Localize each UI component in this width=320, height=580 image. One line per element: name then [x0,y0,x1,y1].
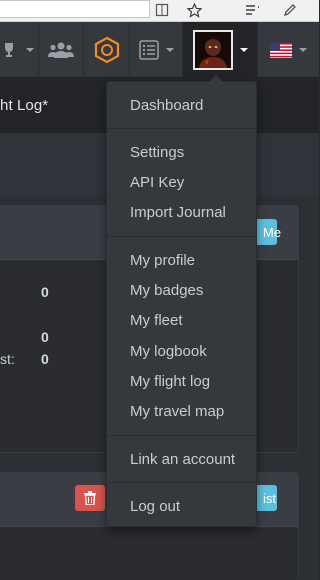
stat-value: 0 [41,351,49,367]
stat-value: 0 [41,329,49,345]
reader-view-icon[interactable] [150,0,174,20]
hexagon-icon [94,36,119,64]
users-icon [48,42,74,58]
language-menu[interactable] [258,22,319,78]
menu-item-settings[interactable]: Settings [107,138,256,166]
menu-item-my-travel-map[interactable]: My travel map [107,397,256,425]
panel-action-button-2[interactable]: ist [257,485,277,511]
user-dropdown-menu: Dashboard Settings API Key Import Journa… [106,75,257,527]
avatar [192,30,233,70]
stat-value: 0 [41,284,49,300]
list-icon [138,40,159,60]
address-bar[interactable] [0,0,150,18]
menu-item-link-account[interactable]: Link an account [107,445,256,473]
trophy-icon [4,43,13,57]
browser-toolbar [0,0,319,22]
menu-item-api-key[interactable]: API Key [107,168,256,196]
menu-divider [107,236,256,237]
top-navbar [0,22,319,78]
community-link[interactable] [39,22,84,78]
hexagon-link[interactable] [84,22,130,78]
favorites-list-icon[interactable] [241,0,265,20]
menu-item-my-badges[interactable]: My badges [107,276,256,304]
menu-item-dashboard[interactable]: Dashboard [107,91,256,119]
pen-icon[interactable] [278,0,302,20]
menu-item-my-fleet[interactable]: My fleet [107,306,256,334]
star-icon[interactable] [182,0,206,20]
delete-button[interactable] [75,485,105,511]
menu-item-my-flight-log[interactable]: My flight log [107,367,256,395]
achievements-menu[interactable] [0,22,39,78]
page-title: ht Log* [0,97,49,114]
stat-label: st: [0,351,15,367]
panel-action-button[interactable]: Me [257,219,281,245]
us-flag-icon [270,42,292,58]
menu-divider [107,128,256,129]
menu-divider [107,482,256,483]
user-menu-toggle[interactable] [183,22,258,78]
menu-item-my-profile[interactable]: My profile [107,246,256,274]
trash-icon [84,491,96,505]
menu-item-my-logbook[interactable]: My logbook [107,337,256,365]
menu-divider [107,435,256,436]
menu-item-import-journal[interactable]: Import Journal [107,198,256,226]
menu-item-log-out[interactable]: Log out [107,492,256,520]
lists-menu[interactable] [130,22,183,78]
